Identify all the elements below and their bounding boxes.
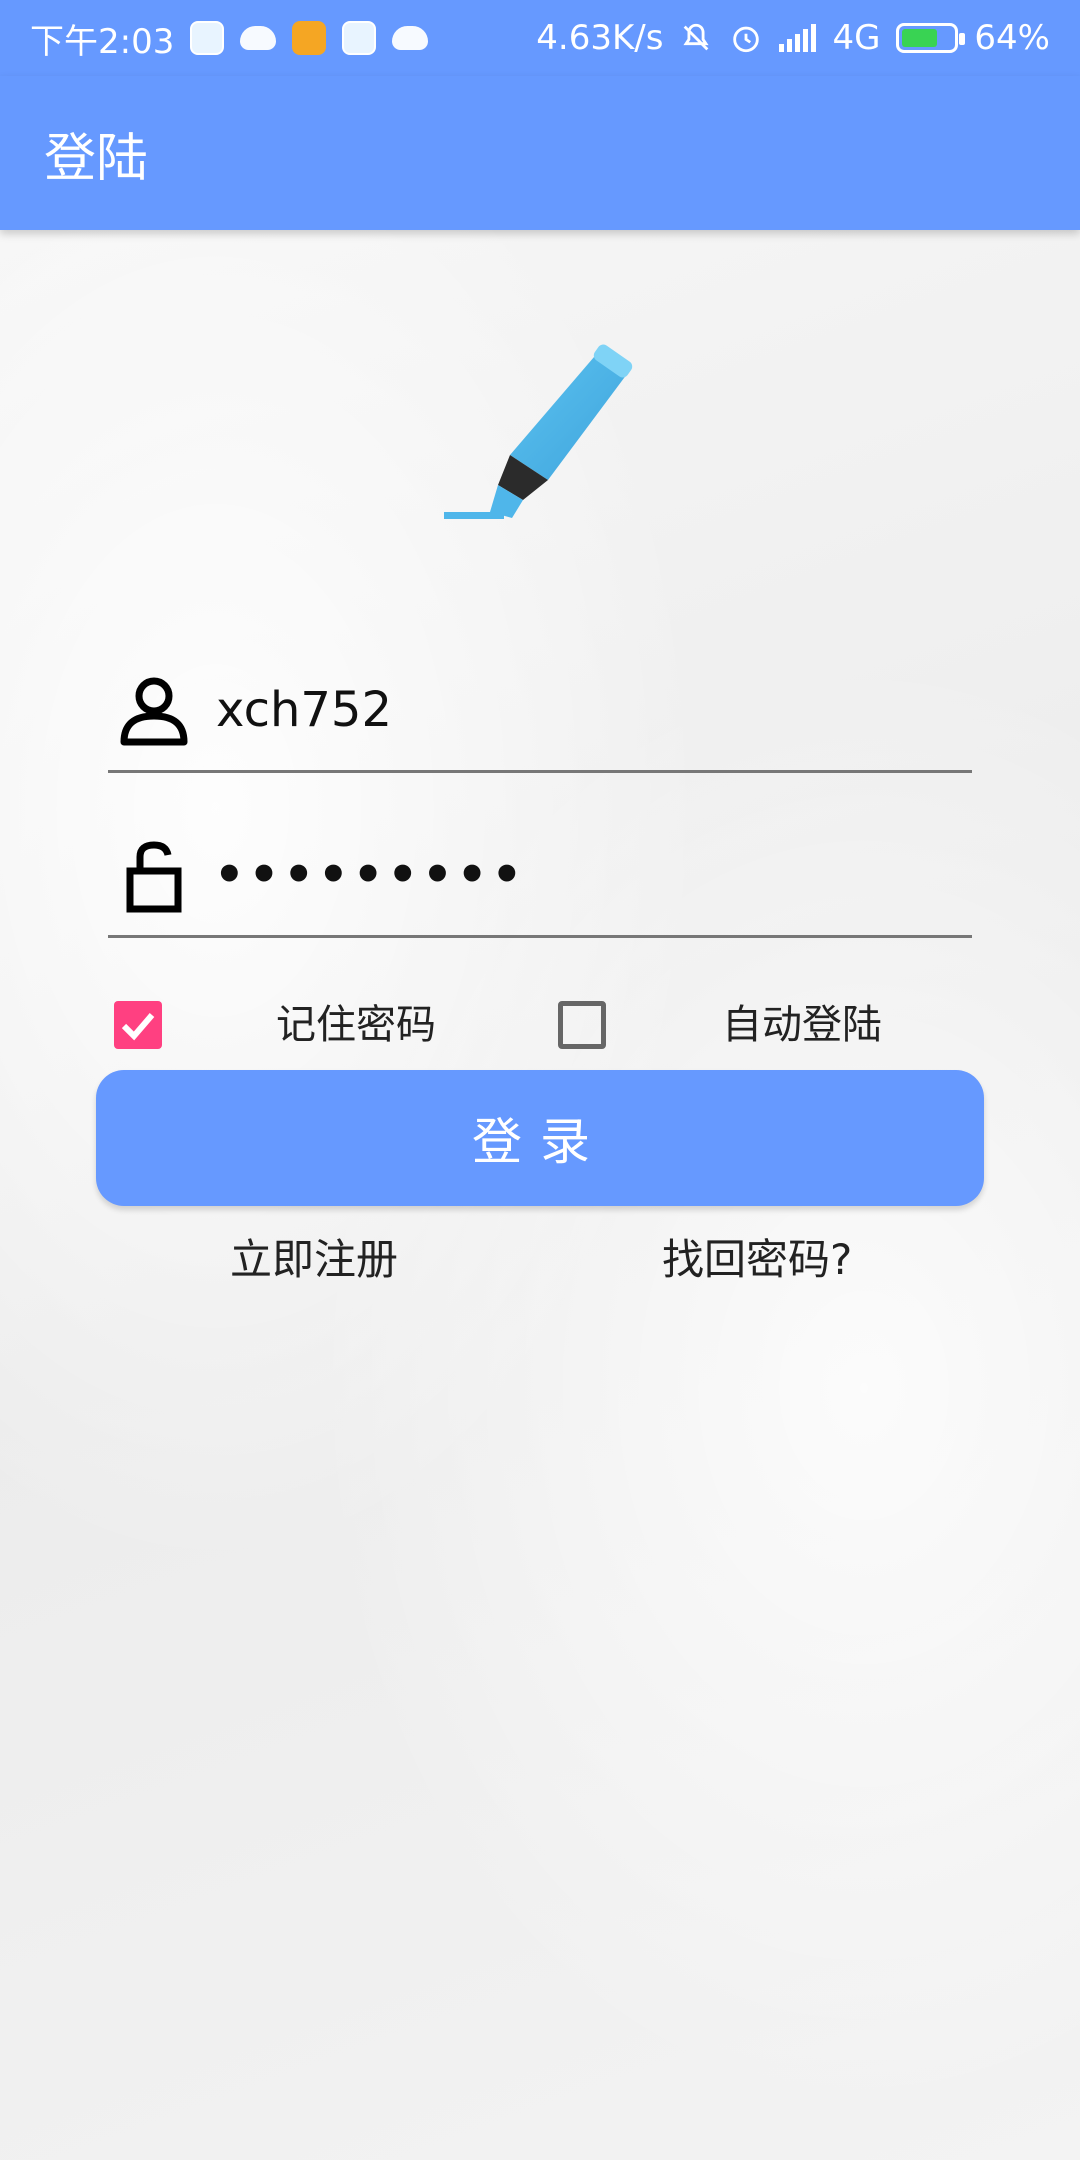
battery-icon: [896, 23, 966, 53]
battery-percent: 64%: [974, 18, 1050, 58]
kuaishou-notification-icon: [292, 21, 327, 55]
net-speed: 4.63K/s: [536, 18, 664, 58]
mute-bell-icon: [683, 23, 710, 51]
checkbox-checked-icon: [121, 1013, 155, 1041]
highlighter-pen-icon: [444, 344, 633, 519]
status-right: 4.63K/s 4G 64%: [536, 18, 1050, 58]
status-left: 下午2:03: [30, 14, 429, 63]
password-field[interactable]: •••••••••: [108, 815, 972, 938]
password-input[interactable]: •••••••••: [214, 847, 526, 903]
app-bar: 登陆: [0, 76, 1080, 230]
qq-notification-icon: [190, 21, 225, 55]
login-button[interactable]: 登录: [96, 1070, 984, 1206]
login-options: 记住密码 自动登陆: [108, 995, 972, 1055]
network-type: 4G: [832, 18, 881, 58]
remember-password-label[interactable]: 记住密码: [276, 995, 436, 1055]
username-input[interactable]: [214, 681, 918, 739]
android-notification-icon-2: [392, 26, 429, 50]
status-bar: 下午2:03 4.63K/s 4G 64%: [0, 0, 1080, 76]
username-field[interactable]: [108, 650, 972, 773]
browser-notification-icon: [342, 21, 377, 55]
auto-login-checkbox[interactable]: [558, 1001, 606, 1049]
user-icon: [120, 677, 188, 746]
forgot-password-link[interactable]: 找回密码?: [662, 1230, 852, 1290]
remember-password-checkbox[interactable]: [114, 1001, 162, 1049]
auto-login-label[interactable]: 自动登陆: [722, 995, 882, 1055]
page-title: 登陆: [44, 128, 149, 189]
register-link[interactable]: 立即注册: [230, 1230, 398, 1290]
status-time: 下午2:03: [30, 21, 175, 62]
signal-icon: [779, 24, 817, 52]
unlock-icon: [126, 841, 182, 913]
alarm-icon: [733, 26, 760, 53]
android-notification-icon: [240, 26, 277, 50]
